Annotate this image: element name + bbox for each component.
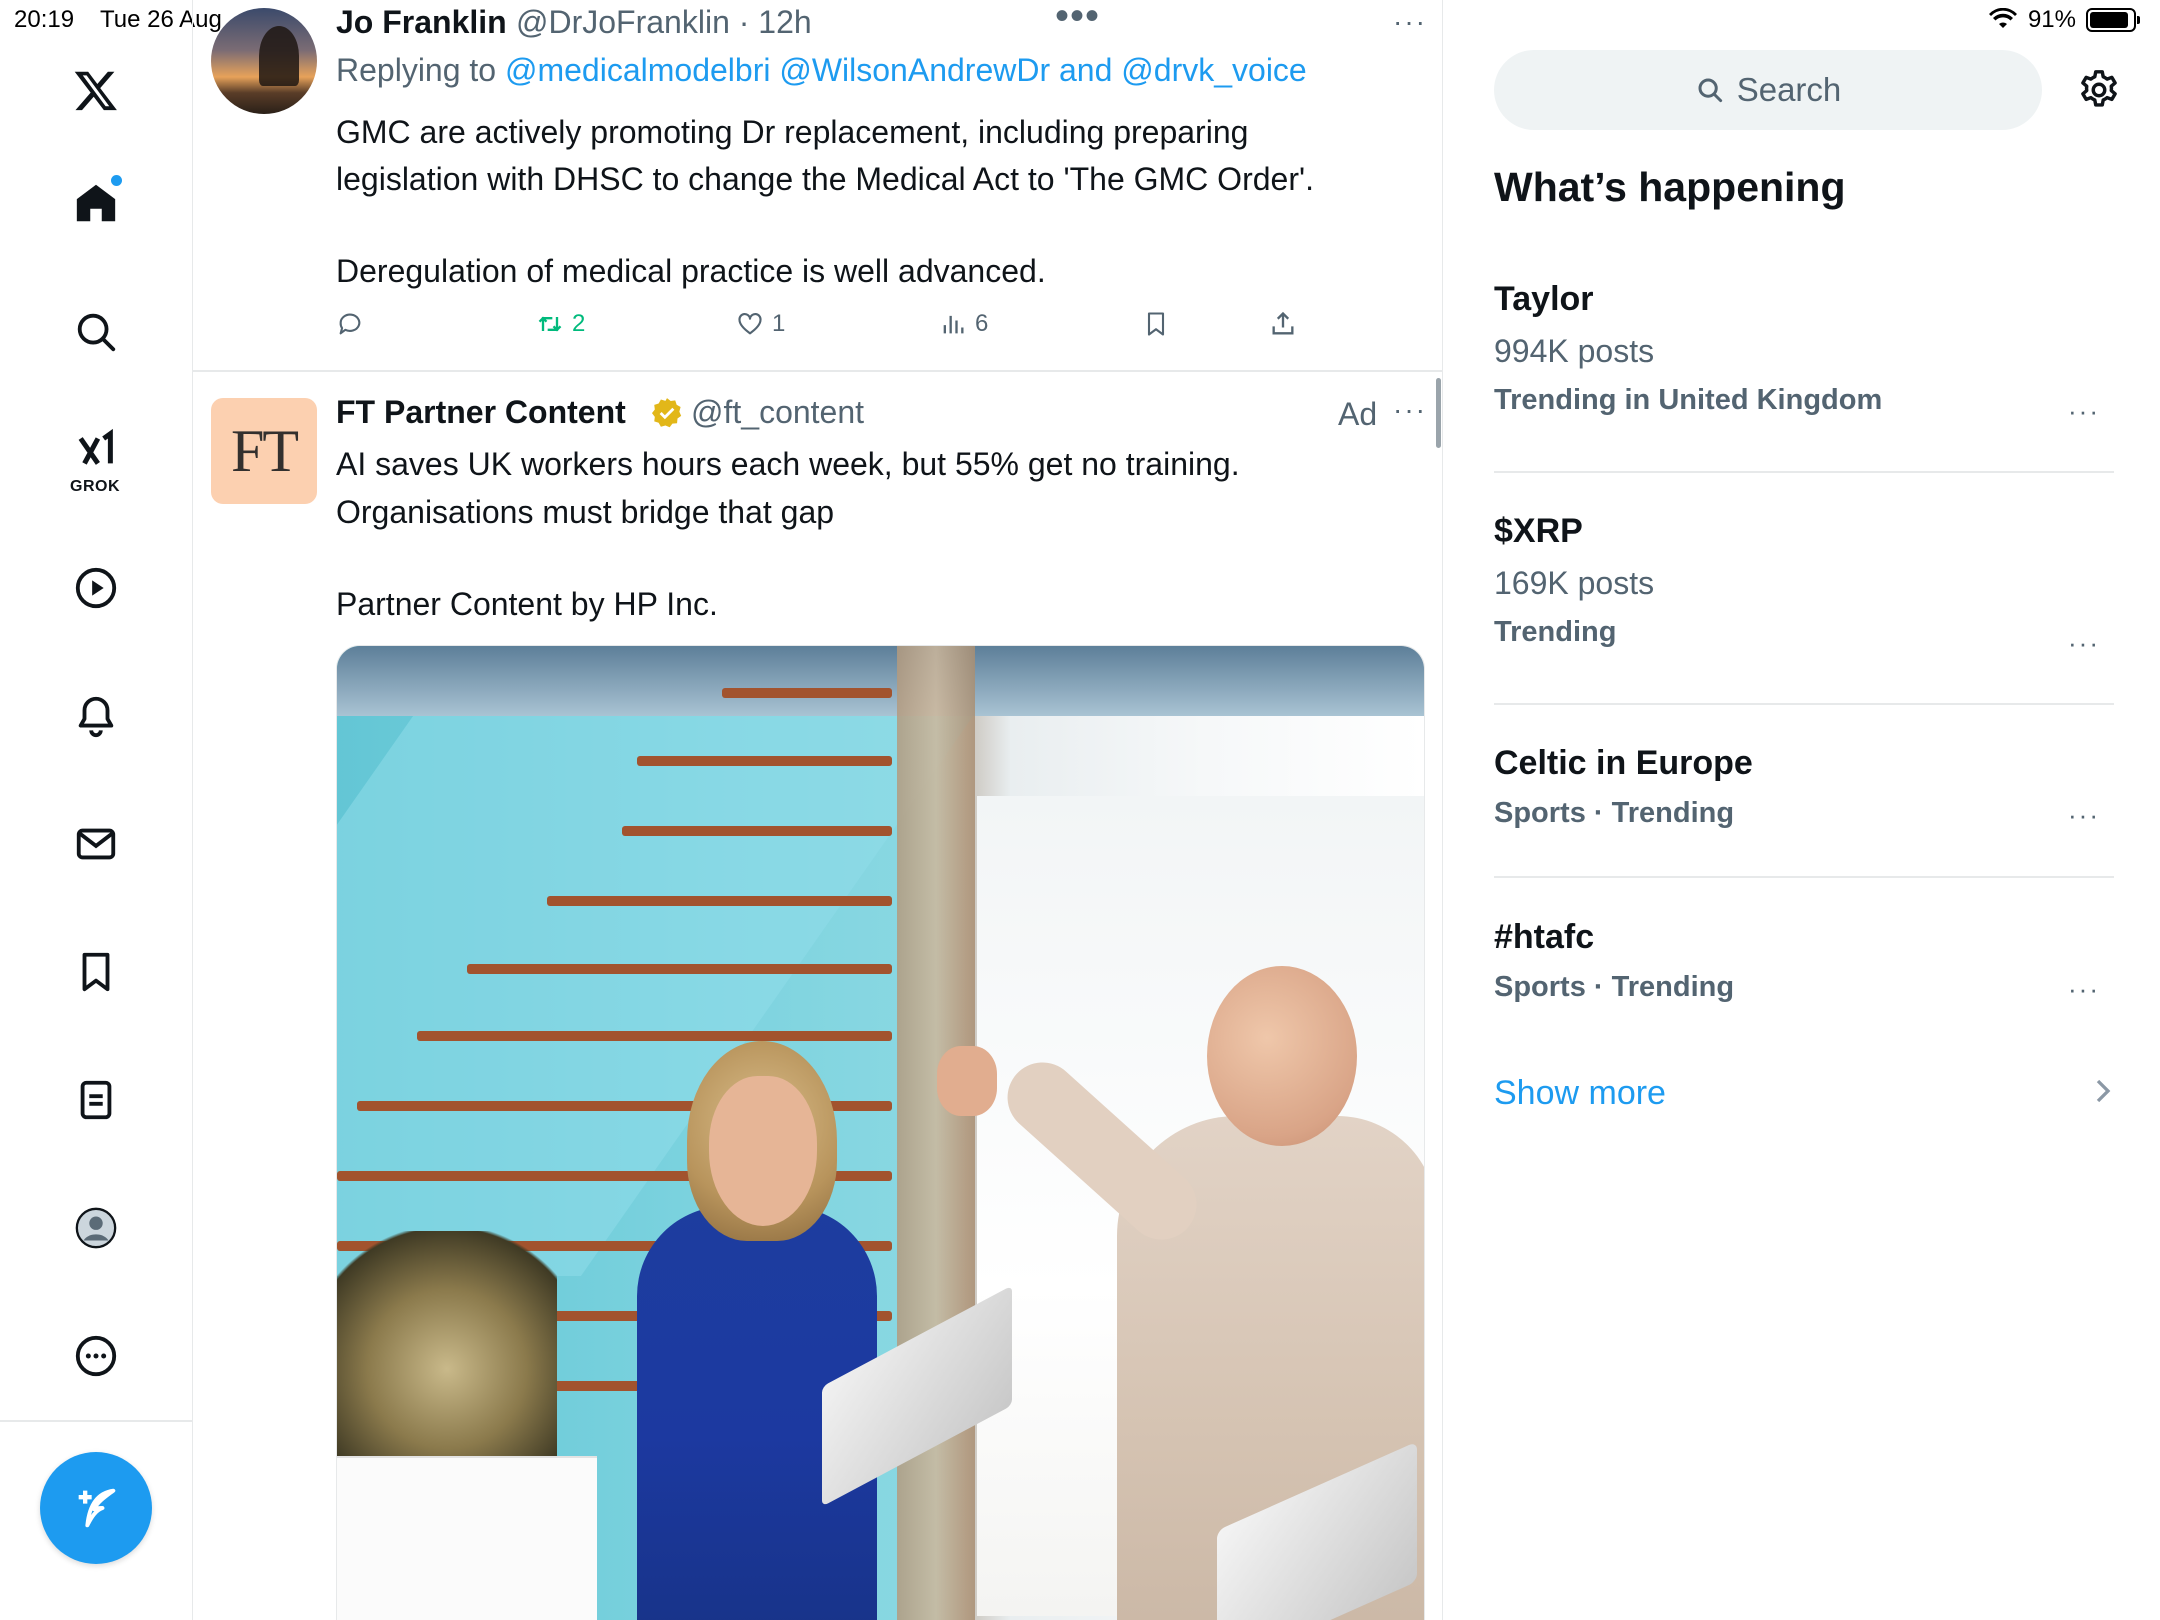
trend-posts: 994K posts bbox=[1494, 333, 1655, 369]
tweet-text-line: Organisations must bridge that gap bbox=[336, 494, 835, 530]
gear-icon[interactable] bbox=[2076, 67, 2122, 113]
reply-button[interactable] bbox=[336, 310, 364, 338]
unread-dot bbox=[111, 175, 122, 186]
chevron-right-icon[interactable] bbox=[2092, 1076, 2114, 1106]
trend-name: #htafc bbox=[1494, 918, 1595, 956]
compose-button[interactable] bbox=[40, 1452, 152, 1564]
trend-item[interactable]: Taylor 994K posts Trending in United Kin… bbox=[1494, 280, 2114, 426]
views-icon bbox=[943, 315, 964, 334]
more-options-icon[interactable]: ··· bbox=[1393, 394, 1427, 426]
search-icon bbox=[1698, 78, 1722, 103]
share-button[interactable] bbox=[1269, 310, 1297, 338]
whats-happening-heading: What’s happening bbox=[1494, 164, 1846, 210]
trend-item[interactable]: #htafc Sports · Trending ··· bbox=[1494, 918, 2114, 1004]
search-icon[interactable] bbox=[68, 304, 124, 360]
lists-icon[interactable] bbox=[68, 1072, 124, 1128]
avatar[interactable] bbox=[211, 8, 317, 114]
like-button[interactable]: 1 bbox=[736, 310, 785, 338]
grok-icon[interactable] bbox=[68, 422, 124, 478]
more-icon[interactable] bbox=[68, 1328, 124, 1384]
views-count: 6 bbox=[975, 310, 989, 337]
tweet-divider bbox=[193, 370, 1442, 372]
trend-name: $XRP bbox=[1494, 512, 1583, 550]
compose-icon bbox=[78, 1488, 116, 1528]
bookmarks-icon[interactable] bbox=[68, 944, 124, 1000]
bookmark-icon bbox=[1147, 312, 1165, 336]
bookmark-button[interactable] bbox=[1142, 310, 1170, 338]
replying-prefix: Replying to bbox=[336, 52, 505, 88]
tweet-actions: 2 1 6 bbox=[336, 310, 1336, 342]
tweet-text-line: GMC are actively promoting Dr replacemen… bbox=[336, 114, 1249, 150]
messages-icon[interactable] bbox=[68, 816, 124, 872]
trend-more-icon[interactable]: ··· bbox=[2068, 800, 2100, 831]
trend-more-icon[interactable]: ··· bbox=[2068, 628, 2100, 659]
replying-to-handles[interactable]: @medicalmodelbri @WilsonAndrewDr and @dr… bbox=[505, 52, 1307, 88]
trend-meta: Trending bbox=[1494, 616, 1617, 648]
more-options-icon[interactable]: ··· bbox=[1393, 6, 1427, 38]
retweet-button[interactable]: 2 bbox=[536, 310, 585, 338]
tweet-text-line: Deregulation of medical practice is well… bbox=[336, 253, 1046, 289]
x-logo-icon[interactable] bbox=[68, 62, 124, 118]
grok-label: GROK bbox=[70, 478, 120, 495]
pull-handle-icon[interactable]: ••• bbox=[1055, 0, 1100, 39]
trend-name: Celtic in Europe bbox=[1494, 744, 1753, 782]
heart-icon bbox=[738, 313, 762, 335]
video-icon[interactable] bbox=[68, 560, 124, 616]
trend-item[interactable]: $XRP 169K posts Trending ··· bbox=[1494, 512, 2114, 658]
like-count: 1 bbox=[772, 310, 786, 337]
scroll-indicator[interactable] bbox=[1436, 378, 1441, 448]
verified-badge-icon bbox=[651, 398, 682, 428]
right-sidebar: Search What’s happening Taylor 994K post… bbox=[1444, 0, 2160, 1620]
tweet-text-line: AI saves UK workers hours each week, but… bbox=[336, 446, 1240, 482]
trend-posts: 169K posts bbox=[1494, 565, 1655, 601]
trend-divider bbox=[1494, 471, 2114, 473]
author-handle[interactable]: @DrJoFranklin · 12h bbox=[516, 4, 812, 41]
trend-item[interactable]: Celtic in Europe Sports · Trending ··· bbox=[1494, 744, 2114, 830]
trend-meta: Sports · Trending bbox=[1494, 797, 1735, 829]
retweet-icon bbox=[538, 316, 562, 332]
share-icon bbox=[1272, 311, 1294, 335]
trend-meta: Sports · Trending bbox=[1494, 971, 1735, 1003]
trend-divider bbox=[1494, 703, 2114, 705]
timeline[interactable]: Jo Franklin @DrJoFranklin · 12h ••• ··· … bbox=[193, 0, 1443, 1620]
profile-icon[interactable] bbox=[68, 1200, 124, 1256]
author-name[interactable]: FT Partner Content bbox=[336, 394, 626, 431]
author-handle[interactable]: @ft_content bbox=[691, 394, 864, 431]
nav-divider bbox=[0, 1420, 193, 1422]
views-button[interactable]: 6 bbox=[939, 310, 988, 338]
left-nav: GROK bbox=[0, 0, 193, 1620]
trend-more-icon[interactable]: ··· bbox=[2068, 396, 2100, 427]
trend-meta: Trending in United Kingdom bbox=[1494, 384, 1883, 416]
trend-name: Taylor bbox=[1494, 280, 1594, 318]
ft-logo[interactable]: FT bbox=[211, 398, 317, 504]
reply-icon bbox=[339, 313, 361, 335]
ad-label: Ad bbox=[1338, 396, 1378, 432]
replying-to: Replying to @medicalmodelbri @WilsonAndr… bbox=[336, 52, 1307, 89]
author-name[interactable]: Jo Franklin bbox=[336, 4, 507, 41]
trend-divider bbox=[1494, 876, 2114, 878]
retweet-count: 2 bbox=[572, 310, 586, 337]
notifications-icon[interactable] bbox=[68, 688, 124, 744]
home-icon[interactable] bbox=[68, 175, 124, 231]
tweet-text-line: Partner Content by HP Inc. bbox=[336, 586, 718, 622]
show-more-link[interactable]: Show more bbox=[1494, 1074, 1666, 1113]
search-placeholder: Search bbox=[1736, 71, 1842, 108]
search-input[interactable]: Search bbox=[1494, 50, 2042, 130]
ad-image[interactable] bbox=[336, 645, 1425, 1620]
trend-more-icon[interactable]: ··· bbox=[2068, 974, 2100, 1005]
tweet-text-line: legislation with DHSC to change the Medi… bbox=[336, 161, 1314, 197]
